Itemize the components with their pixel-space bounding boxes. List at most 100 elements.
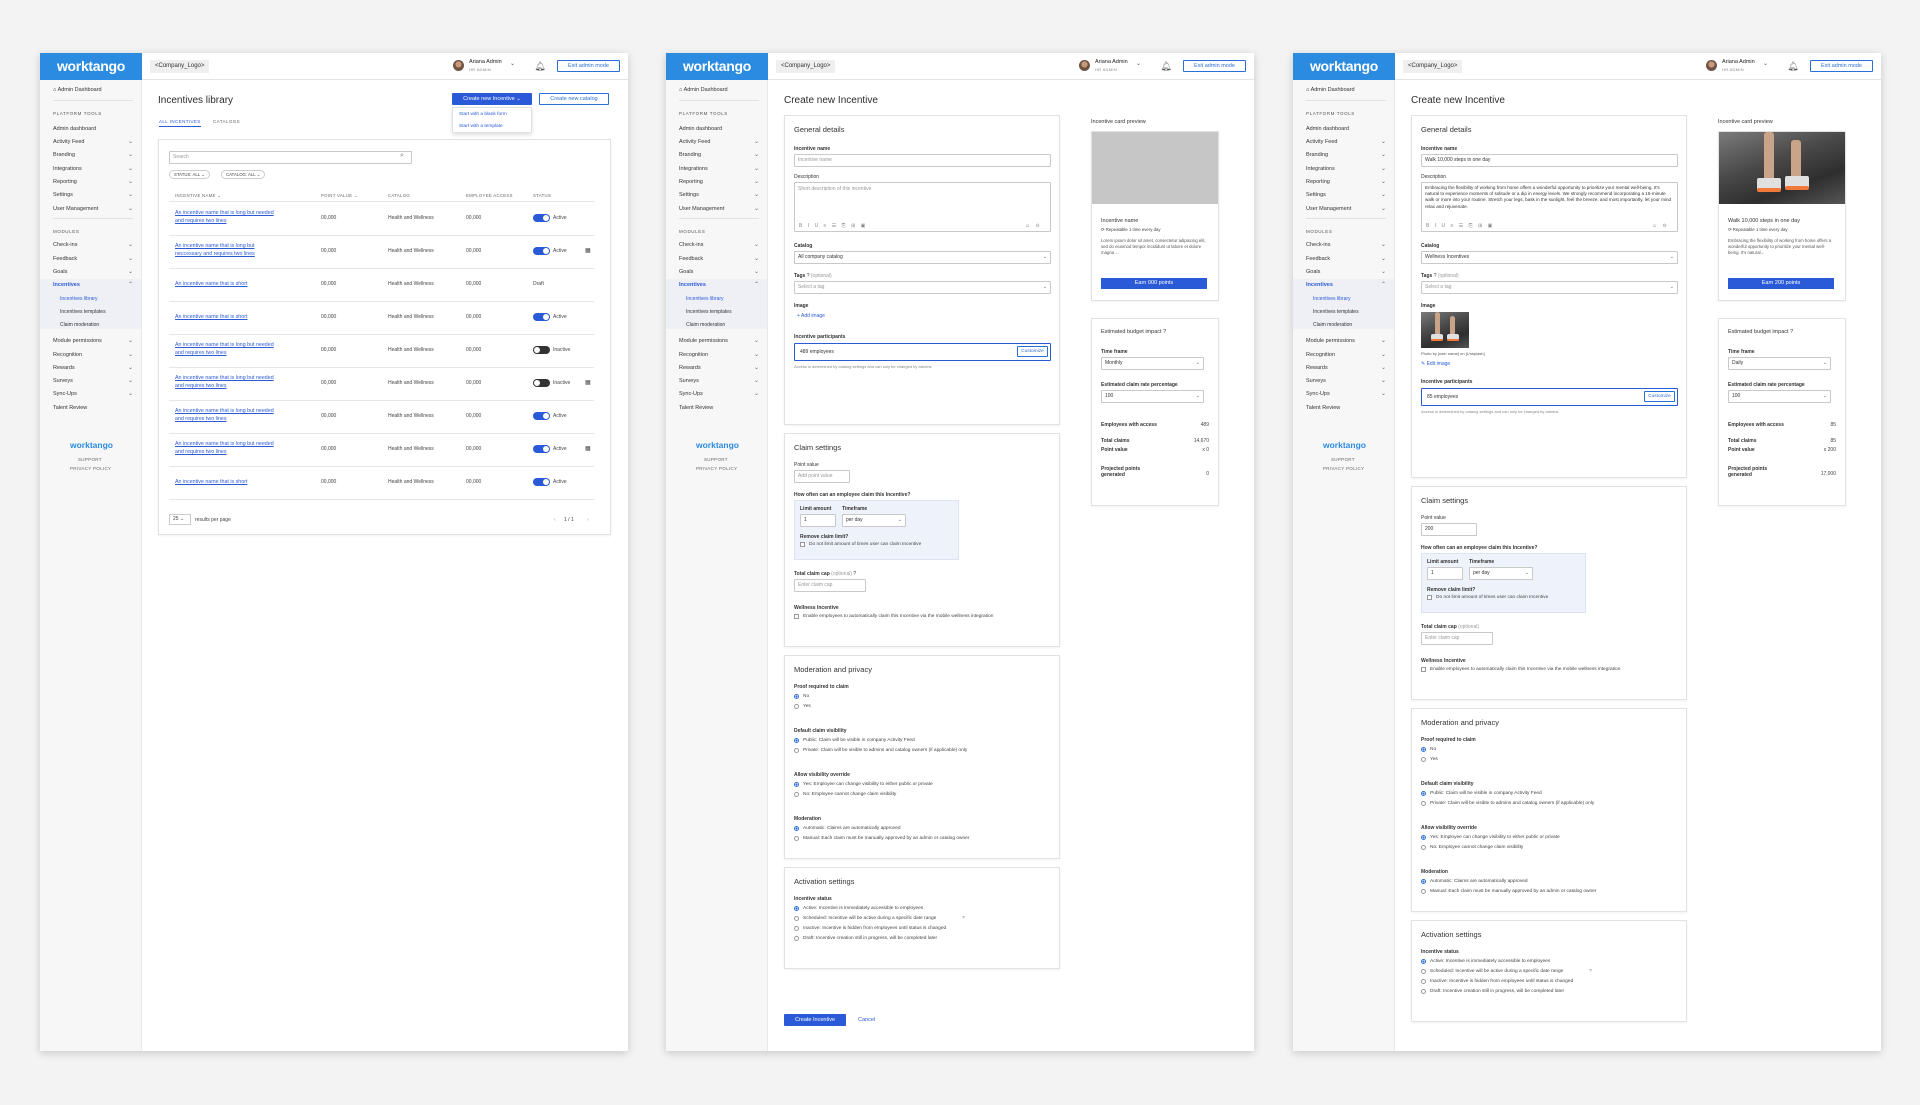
chevron-down-icon[interactable]: ⌄: [1381, 337, 1386, 344]
chevron-down-icon[interactable]: ⌄: [1381, 191, 1386, 198]
sidebar-item-module[interactable]: Surveys: [1306, 378, 1326, 384]
incentive-name-link[interactable]: An incentive name that is short: [175, 479, 247, 485]
point-value-input[interactable]: Add point value: [794, 470, 850, 483]
exit-admin-button[interactable]: Exit admin mode: [1183, 60, 1246, 72]
incentive-name-link[interactable]: An incentive name that is long but neede…: [175, 408, 274, 414]
customize-button[interactable]: Customize: [1017, 346, 1048, 357]
search-input[interactable]: Search: [169, 151, 412, 164]
sidebar-item-module[interactable]: Incentives: [53, 282, 80, 288]
per-page-select[interactable]: 25 ⌄: [169, 514, 191, 525]
incentive-name-input[interactable]: Walk 10,000 steps in one day: [1421, 154, 1678, 167]
chevron-down-icon[interactable]: ⌄: [128, 205, 133, 212]
chevron-down-icon[interactable]: ⌄: [128, 241, 133, 248]
radio-button[interactable]: [1421, 791, 1426, 796]
status-toggle[interactable]: [533, 346, 550, 354]
chevron-down-icon[interactable]: ⌄: [754, 151, 759, 158]
time-frame-select[interactable]: Monthly ⌄: [1101, 357, 1204, 370]
sidebar-item-module[interactable]: Talent Review: [679, 405, 713, 411]
worktango-logo[interactable]: worktango: [1293, 53, 1395, 80]
chevron-up-icon[interactable]: ⌃: [754, 281, 759, 288]
emoji-icon[interactable]: ☺ ⊝: [1652, 223, 1669, 229]
chevron-down-icon[interactable]: ⌄: [1381, 165, 1386, 172]
exit-admin-button[interactable]: Exit admin mode: [557, 60, 620, 72]
chevron-down-icon[interactable]: ⌄: [1381, 205, 1386, 212]
worktango-logo[interactable]: worktango: [666, 53, 768, 80]
chevron-down-icon[interactable]: ⌄: [128, 165, 133, 172]
status-toggle[interactable]: [533, 379, 550, 387]
chevron-down-icon[interactable]: ⌄: [1381, 138, 1386, 145]
radio-button[interactable]: [794, 792, 799, 797]
chevron-down-icon[interactable]: ⌄: [1381, 241, 1386, 248]
help-icon[interactable]: ?: [1589, 969, 1592, 974]
sidebar-item-module[interactable]: Rewards: [1306, 365, 1328, 371]
sidebar-item-dashboard[interactable]: ⌂ Admin Dashboard: [53, 87, 102, 93]
sidebar-item-tool[interactable]: Admin dashboard: [1306, 126, 1349, 132]
support-link[interactable]: SUPPORT: [78, 457, 102, 462]
radio-button[interactable]: [794, 782, 799, 787]
status-toggle[interactable]: [533, 214, 550, 222]
sidebar-item-tool[interactable]: Activity Feed: [679, 139, 710, 145]
chevron-down-icon[interactable]: ⌄: [128, 138, 133, 145]
header-point-value[interactable]: POINT VALUE ⌄: [321, 193, 358, 199]
point-value-input[interactable]: 200: [1421, 523, 1477, 536]
sidebar-item-tool[interactable]: User Management: [53, 206, 98, 212]
tab-all-incentives[interactable]: ALL INCENTIVES: [159, 119, 201, 127]
radio-button[interactable]: [794, 916, 799, 921]
sidebar-item-module[interactable]: Goals: [1306, 269, 1320, 275]
sidebar-item-dashboard[interactable]: ⌂ Admin Dashboard: [679, 87, 728, 93]
sidebar-item-module[interactable]: Rewards: [679, 365, 701, 371]
radio-button[interactable]: [794, 704, 799, 709]
catalog-filter[interactable]: CATALOG: ALL ⌄: [221, 170, 266, 179]
incentive-name-link-line2[interactable]: and requires two lines: [175, 449, 227, 455]
chevron-down-icon[interactable]: ⌄: [1381, 255, 1386, 262]
sidebar-item-module[interactable]: Feedback: [53, 256, 77, 262]
incentive-name-input[interactable]: Incentive name: [794, 154, 1051, 167]
sidebar-item-module[interactable]: Module permissions: [53, 338, 102, 344]
chevron-down-icon[interactable]: ⌄: [754, 337, 759, 344]
radio-button[interactable]: [794, 936, 799, 941]
sidebar-subitem[interactable]: Incentives library: [60, 296, 98, 302]
chevron-up-icon[interactable]: ⌃: [1381, 281, 1386, 288]
chevron-down-icon[interactable]: ⌄: [754, 165, 759, 172]
chevron-down-icon[interactable]: ⌄: [128, 377, 133, 384]
sidebar-item-tool[interactable]: Activity Feed: [53, 139, 84, 145]
radio-button[interactable]: [1421, 959, 1426, 964]
chevron-down-icon[interactable]: ⌄: [754, 241, 759, 248]
worktango-logo[interactable]: worktango: [40, 53, 142, 80]
chevron-down-icon[interactable]: ⌄: [754, 178, 759, 185]
sidebar-item-module[interactable]: Incentives: [1306, 282, 1333, 288]
radio-button[interactable]: [1421, 889, 1426, 894]
sidebar-item-tool[interactable]: Admin dashboard: [679, 126, 722, 132]
sidebar-item-module[interactable]: Module permissions: [1306, 338, 1355, 344]
sidebar-item-module[interactable]: Sync-Ups: [53, 391, 77, 397]
time-frame-select[interactable]: Daily ⌄: [1728, 357, 1831, 370]
sidebar-item-module[interactable]: Check-ins: [53, 242, 77, 248]
status-toggle[interactable]: [533, 478, 550, 486]
radio-button[interactable]: [794, 738, 799, 743]
incentive-name-link[interactable]: An incentive name that is short: [175, 281, 247, 287]
sidebar-item-tool[interactable]: Branding: [53, 152, 75, 158]
cancel-link[interactable]: Cancel: [858, 1017, 875, 1023]
participants-field[interactable]: 489 employees: [794, 343, 1051, 361]
sidebar-item-tool[interactable]: Integrations: [1306, 166, 1335, 172]
radio-button[interactable]: [1421, 969, 1426, 974]
radio-button[interactable]: [1421, 989, 1426, 994]
chevron-down-icon[interactable]: ⌄: [754, 205, 759, 212]
add-image-link[interactable]: + Add image: [797, 313, 825, 319]
sidebar-item-module[interactable]: Feedback: [679, 256, 703, 262]
status-toggle[interactable]: [533, 412, 550, 420]
sidebar-subitem[interactable]: Incentives templates: [60, 309, 106, 315]
sidebar-item-module[interactable]: Talent Review: [53, 405, 87, 411]
sidebar-item-tool[interactable]: Reporting: [1306, 179, 1330, 185]
chevron-down-icon[interactable]: ⌄: [510, 60, 515, 67]
radio-button[interactable]: [1421, 879, 1426, 884]
claim-rate-select[interactable]: 100 ⌄: [1101, 390, 1204, 403]
sidebar-item-tool[interactable]: Settings: [1306, 192, 1326, 198]
privacy-link[interactable]: PRIVACY POLICY: [1323, 466, 1364, 471]
sidebar-item-tool[interactable]: User Management: [679, 206, 724, 212]
sidebar-item-tool[interactable]: Branding: [679, 152, 701, 158]
status-filter[interactable]: STATUS: ALL ⌄: [169, 170, 210, 179]
avatar[interactable]: [453, 60, 464, 71]
next-page-icon[interactable]: ›: [587, 517, 589, 523]
radio-button[interactable]: [1421, 747, 1426, 752]
